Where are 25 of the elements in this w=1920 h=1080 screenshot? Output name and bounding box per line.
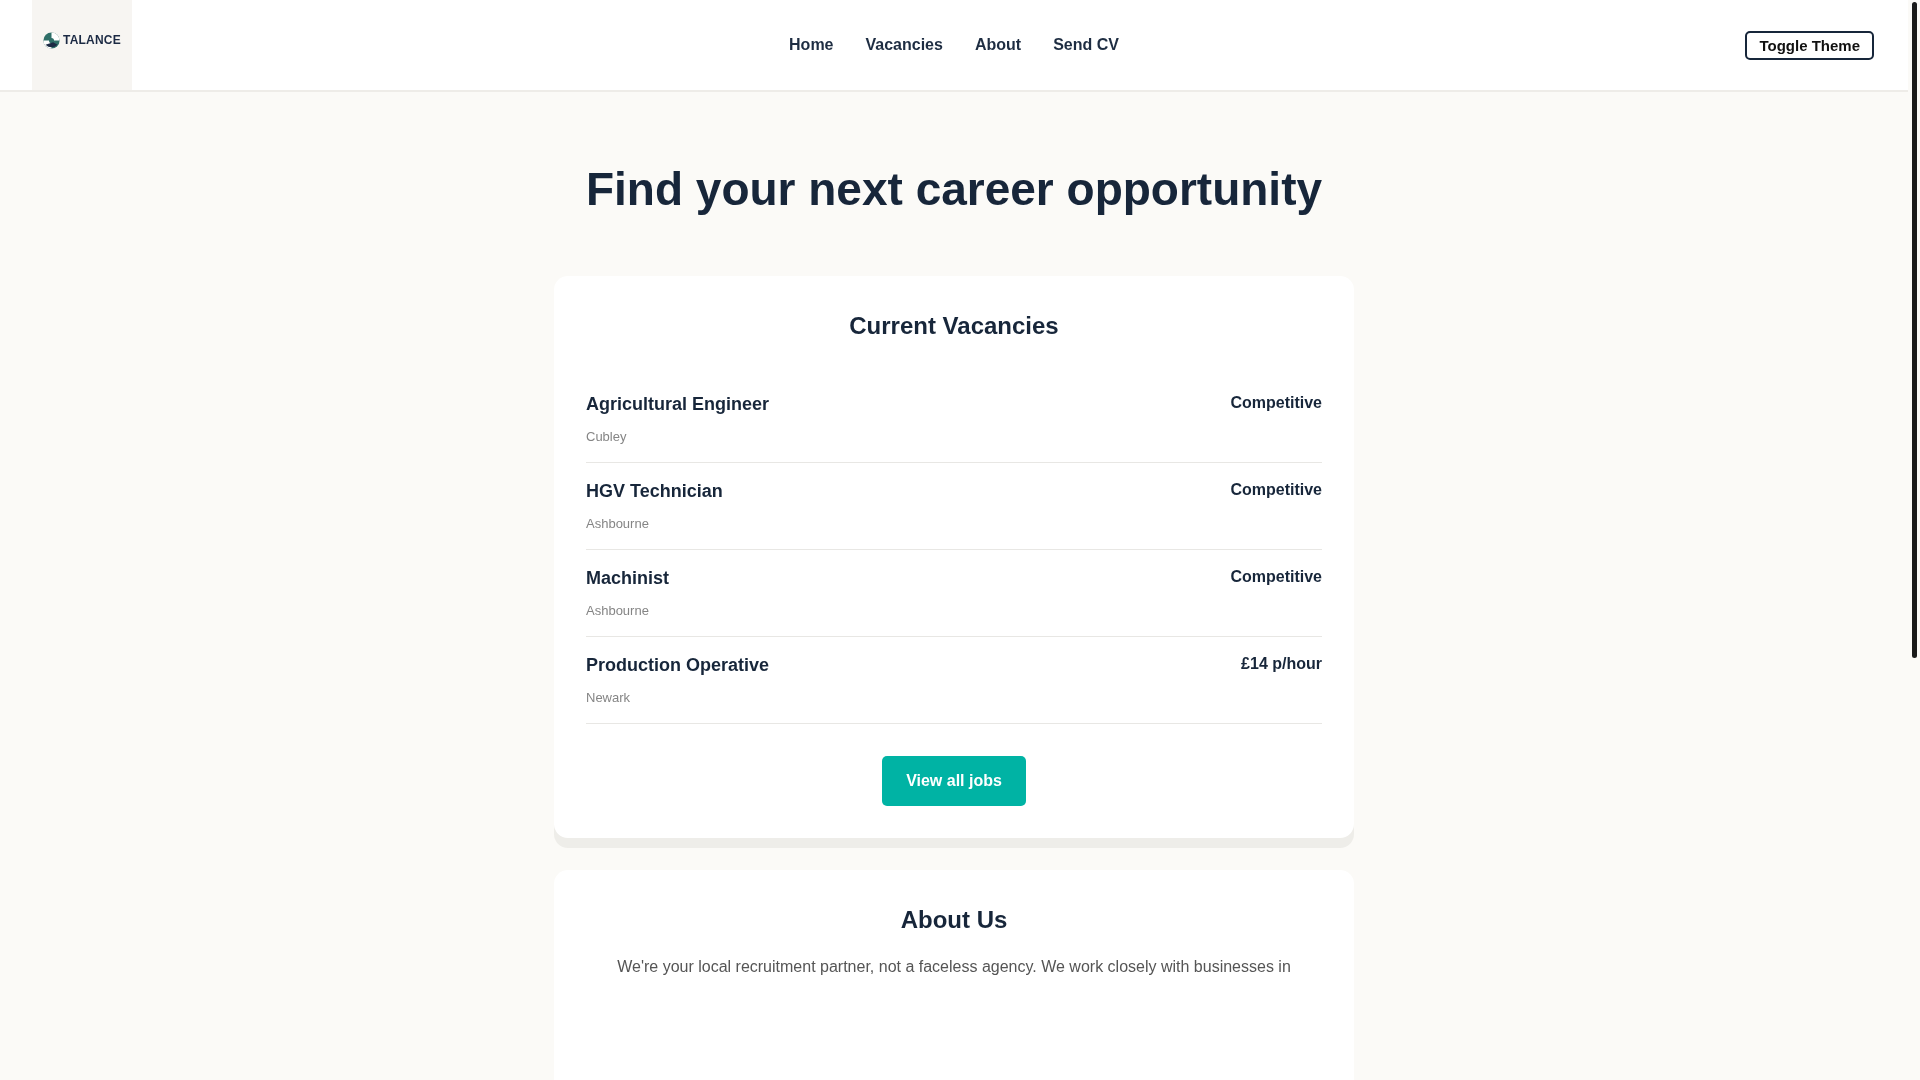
nav-link[interactable]: Home: [789, 36, 834, 54]
about-text: We're your local recruitment partner, not a faceless agency. We work closely with businesses in: [617, 958, 1291, 976]
toggle-theme-button[interactable]: Toggle Theme: [1745, 30, 1874, 60]
logo-text: TALANCE: [63, 33, 121, 47]
logo-icon: [43, 31, 61, 49]
job-pay: Competitive: [1230, 481, 1322, 499]
job-location: Newark: [586, 690, 632, 705]
about-title: About Us: [900, 906, 1008, 934]
job-title[interactable]: HGV Technician: [586, 481, 723, 502]
job-location: Cubley: [586, 429, 628, 444]
job-location: Ashbourne: [586, 516, 650, 531]
scrollbar-thumb[interactable]: [1911, 2, 1917, 658]
nav-link[interactable]: Send CV: [1053, 36, 1119, 54]
card-title: Current Vacancies: [849, 312, 1059, 340]
nav-link[interactable]: About: [974, 36, 1022, 54]
nav-link[interactable]: Vacancies: [865, 36, 943, 54]
job-title[interactable]: Production Operative: [586, 655, 770, 676]
job-pay: Competitive: [1230, 568, 1322, 586]
job-location: Ashbourne: [586, 603, 650, 618]
job-pay: Competitive: [1230, 394, 1322, 412]
hero-title: Find your next career opportunity: [585, 162, 1323, 216]
job-pay: £14 p/hour: [1241, 655, 1322, 673]
job-title[interactable]: Agricultural Engineer: [586, 394, 770, 415]
job-title[interactable]: Machinist: [586, 568, 669, 589]
logo[interactable]: TALANCE: [32, 0, 132, 90]
